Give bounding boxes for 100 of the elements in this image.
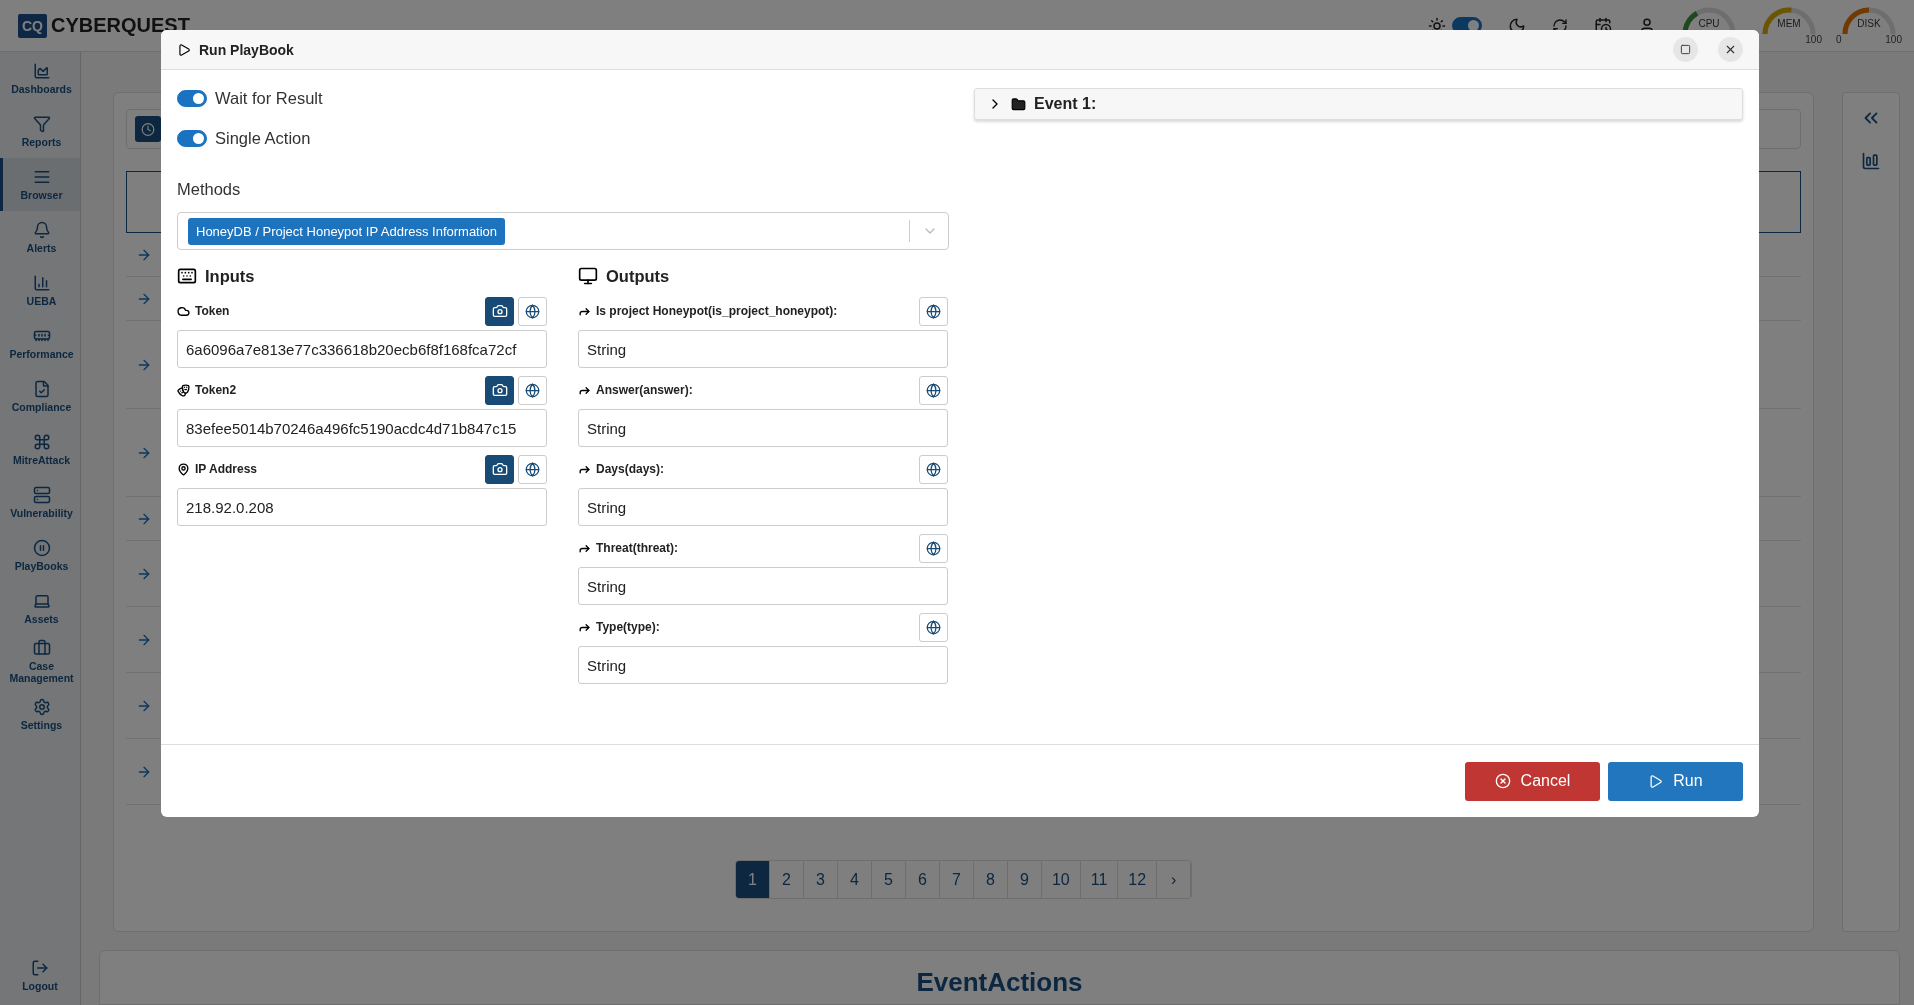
globe-icon: [926, 382, 941, 398]
toggle-switch[interactable]: [177, 89, 207, 107]
input-field[interactable]: String: [578, 567, 948, 605]
maximize-icon: [1680, 44, 1691, 55]
globe-icon: [525, 461, 540, 477]
sidebar-label: Vulnerability: [10, 506, 73, 520]
globe-button[interactable]: [919, 375, 948, 405]
maximize-button[interactable]: [1673, 37, 1698, 62]
toggle-label: Single Action: [215, 128, 311, 148]
sidebar-label: Browser: [20, 188, 63, 202]
globe-icon: [926, 461, 941, 477]
sidebar-item[interactable]: MitreAttack: [0, 423, 80, 476]
gauge-label: MEM: [1777, 18, 1801, 29]
gauge-label: CPU: [1698, 18, 1720, 29]
sidebar-icon: [32, 114, 51, 133]
camera-icon: [491, 461, 508, 477]
globe-icon: [525, 382, 540, 398]
sidebar-label: Compliance: [11, 400, 72, 414]
field-label: Token2: [195, 383, 237, 397]
globe-button[interactable]: [518, 375, 547, 405]
globe-icon: [926, 540, 941, 556]
globe-button[interactable]: [518, 454, 547, 484]
sidebar-item[interactable]: Vulnerability: [0, 476, 80, 529]
field-icon: [177, 304, 190, 318]
page-button[interactable]: 1: [735, 861, 770, 898]
event-accordion[interactable]: Event 1:: [974, 88, 1743, 120]
gauge-max: 100: [1885, 34, 1902, 45]
field-label: Type(type):: [596, 620, 660, 634]
sidebar-item[interactable]: PlayBooks: [0, 529, 80, 582]
sidebar-label: Performance: [9, 347, 74, 361]
methods-select[interactable]: HoneyDB / Project Honeypot IP Address Information: [177, 212, 949, 250]
section-title: EventActions: [916, 967, 1083, 999]
sidebar-icon: [32, 220, 51, 239]
cancel-icon: [1494, 773, 1511, 789]
sidebar-icon: [32, 638, 51, 657]
sidebar-item[interactable]: Reports: [0, 105, 80, 158]
logout-label: Logout: [22, 979, 58, 992]
gauge-min: 0: [1836, 34, 1842, 45]
toggle-label: Wait for Result: [215, 88, 323, 108]
globe-icon: [926, 619, 941, 635]
sidebar-icon: [32, 273, 51, 292]
sidebar-label: Settings: [20, 718, 63, 732]
logo-mark: CQ: [18, 13, 47, 38]
sidebar-item[interactable]: Browser: [0, 158, 80, 211]
input-field[interactable]: String: [578, 488, 948, 526]
field-label: Answer(answer):: [596, 383, 693, 397]
globe-button[interactable]: [919, 296, 948, 326]
sidebar-item[interactable]: Assets: [0, 582, 80, 635]
input-field[interactable]: 218.92.0.208: [177, 488, 547, 526]
dialog-title: Run PlayBook: [199, 41, 294, 58]
camera-button[interactable]: [485, 375, 514, 405]
logout-link[interactable]: Logout: [0, 945, 80, 1005]
input-field[interactable]: 6a6096a7e813e77c336618b20ecb6f8f168fca72cf: [177, 330, 547, 368]
sidebar-label: Case Management: [8, 659, 75, 685]
chart-icon[interactable]: [1861, 151, 1881, 171]
globe-button[interactable]: [518, 296, 547, 326]
clock-button[interactable]: [135, 116, 161, 142]
sidebar-label: Alerts: [26, 241, 57, 255]
sidebar-item[interactable]: Dashboards: [0, 52, 80, 105]
method-tag[interactable]: HoneyDB / Project Honeypot IP Address Information: [188, 217, 506, 245]
logo-text: CYBERQUEST: [51, 14, 190, 37]
field-icon: [177, 383, 190, 397]
camera-button[interactable]: [485, 454, 514, 484]
camera-icon: [491, 303, 508, 319]
field-label: Is project Honeypot(is_project_honeypot):: [596, 304, 838, 318]
sidebar-label: PlayBooks: [14, 559, 69, 573]
sidebar-icon: [32, 538, 51, 557]
sidebar-label: Reports: [21, 135, 62, 149]
sidebar-item[interactable]: Compliance: [0, 370, 80, 423]
play-icon: [1648, 773, 1664, 789]
input-field[interactable]: String: [578, 409, 948, 447]
globe-button[interactable]: [919, 454, 948, 484]
sidebar-item[interactable]: Performance: [0, 317, 80, 370]
globe-button[interactable]: [919, 612, 948, 642]
cancel-button[interactable]: Cancel: [1465, 761, 1600, 801]
field-label: Threat(threat):: [596, 541, 678, 555]
clock-icon: [141, 121, 155, 137]
folder-icon: [1011, 96, 1026, 112]
play-icon: [177, 42, 191, 57]
camera-icon: [491, 382, 508, 398]
sidebar-icon: [32, 697, 51, 716]
methods-label: Methods: [177, 180, 242, 200]
input-field[interactable]: String: [578, 646, 948, 684]
monitor-icon: [578, 266, 598, 286]
sidebar-item[interactable]: Settings: [0, 688, 80, 741]
field-icon: [177, 462, 190, 476]
input-field[interactable]: String: [578, 330, 948, 368]
camera-button[interactable]: [485, 296, 514, 326]
keyboard-icon: [177, 266, 197, 286]
globe-button[interactable]: [919, 533, 948, 563]
sidebar-icon: [32, 485, 51, 504]
run-button[interactable]: Run: [1608, 761, 1743, 801]
sidebar-item[interactable]: UEBA: [0, 264, 80, 317]
sidebar-item[interactable]: Case Management: [0, 635, 80, 688]
toggle-switch[interactable]: [177, 129, 207, 147]
sidebar-item[interactable]: Alerts: [0, 211, 80, 264]
globe-icon: [525, 303, 540, 319]
input-field[interactable]: 83efee5014b70246a496fc5190acdc4d71b847c15: [177, 409, 547, 447]
logout-icon: [31, 958, 49, 977]
close-button[interactable]: [1718, 37, 1743, 62]
